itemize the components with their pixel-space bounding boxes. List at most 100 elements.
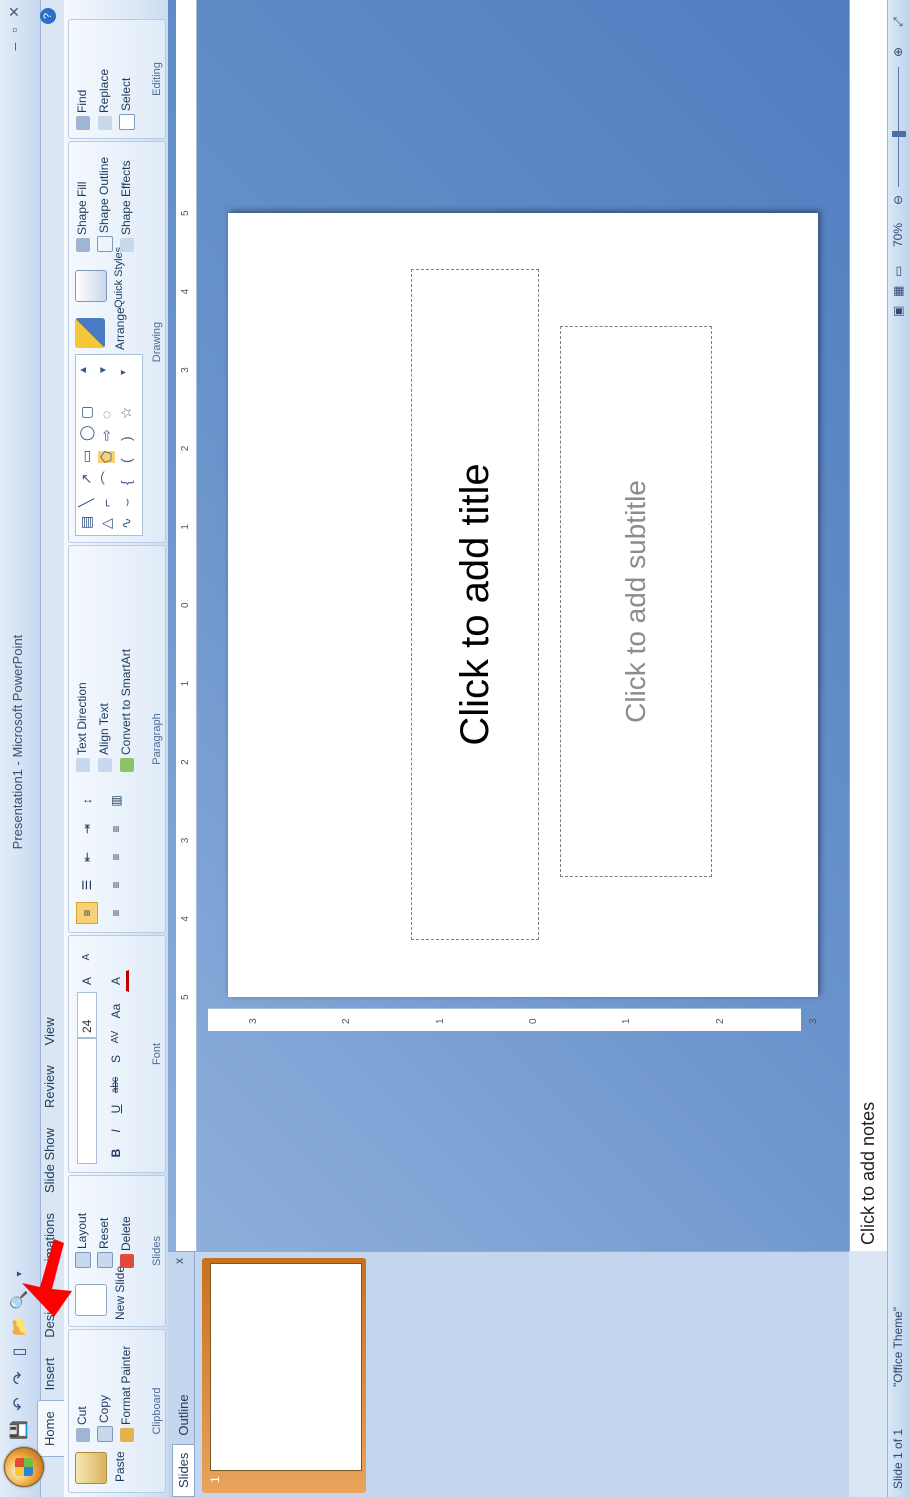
gallery-scroll-down-icon[interactable]: ▼ [98,365,109,375]
close-button[interactable]: ✕ [6,6,23,18]
increase-indent-button[interactable]: ⇥ [76,818,98,840]
title-placeholder[interactable]: Click to add title [411,269,539,940]
office-button[interactable] [4,1447,44,1487]
slide-show-icon[interactable]: ▭ [891,266,905,277]
callout-shape-icon[interactable]: ◌ [98,411,114,419]
font-size-box[interactable]: 24 [77,992,97,1038]
normal-view-icon[interactable]: ▣ [891,306,905,317]
tab-slides[interactable]: Slides [172,1443,194,1497]
brace-shape-icon[interactable]: { [118,480,134,485]
strikethrough-button[interactable]: abc [105,1074,127,1096]
arrange-button[interactable]: Arrange [113,307,127,350]
change-case-button[interactable]: Aa [105,1000,127,1022]
italic-button[interactable]: I [105,1120,127,1142]
shape-effects-button[interactable]: Shape Effects [119,161,134,252]
notes-placeholder[interactable]: Click to add notes [858,1102,879,1245]
line-spacing-button[interactable]: ↕ [76,790,98,812]
rectangle-shape-icon[interactable]: ▭ [78,450,95,463]
gallery-more-icon[interactable]: ▾ [118,370,129,375]
columns-button[interactable]: ▥ [105,790,127,812]
zoom-out-icon[interactable]: ⊖ [891,195,905,205]
align-center-button[interactable]: ≡ [105,874,127,896]
triangle-shape-icon[interactable]: △ [98,518,115,529]
slide-canvas[interactable]: Click to add title Click to add subtitle [228,213,818,997]
find-button[interactable]: Find [75,90,90,130]
curved-connector-shape-icon[interactable]: ⌒ [98,471,118,485]
numbering-button[interactable]: ☰ [76,874,98,896]
align-left-button[interactable]: ≡ [105,902,127,924]
tab-slide-show[interactable]: Slide Show [38,1118,64,1203]
tab-view[interactable]: View [38,1007,64,1055]
zoom-level[interactable]: 70% [891,223,905,247]
tab-outline[interactable]: Outline [173,1386,194,1443]
zoom-in-icon[interactable]: ⊕ [891,47,905,57]
freeform-shape-icon[interactable]: ∿ [118,517,135,529]
shape-fill-button[interactable]: Shape Fill [75,182,90,252]
shapes-gallery[interactable]: ▤ ╲ ↗ ▭ ◯ ▢ △ ⌐ ⌒ ⬠ ⇨ ◌ ∿ ⌣ { ( ) ☆ ▲ ▼ [75,354,143,536]
rounded-rect-shape-icon[interactable]: ▢ [78,406,95,419]
elbow-connector-shape-icon[interactable]: ⌐ [98,499,114,507]
zoom-slider-thumb[interactable] [892,131,906,137]
line-shape-icon[interactable]: ╲ [78,499,95,507]
quick-styles-button[interactable]: Quick Styles [113,247,125,308]
decrease-indent-button[interactable]: ⇤ [76,846,98,868]
vertical-ruler[interactable]: 3 2 1 0 1 2 3 [208,1008,819,1031]
undo-icon[interactable]: ↶ [8,1393,30,1415]
font-name-box[interactable] [77,1038,97,1164]
redo-icon[interactable]: ↷ [8,1367,30,1389]
reset-button[interactable]: Reset [97,1218,113,1268]
textbox-shape-icon[interactable]: ▤ [78,516,95,529]
zoom-slider[interactable] [898,67,899,187]
format-painter-button[interactable]: Format Painter [119,1346,134,1442]
slide-thumbnail[interactable] [210,1263,362,1471]
delete-button[interactable]: Delete [119,1216,134,1268]
tab-insert[interactable]: Insert [38,1348,64,1401]
gallery-scroll-up-icon[interactable]: ▲ [78,365,89,375]
horizontal-ruler[interactable]: 5 4 3 2 1 0 1 2 3 4 5 [176,0,197,1251]
shadow-button[interactable]: S [105,1048,127,1070]
tab-review[interactable]: Review [38,1055,64,1118]
text-direction-button[interactable]: Text Direction [75,682,90,772]
arrow-shape-icon[interactable]: ↗ [78,473,95,485]
slide-sorter-icon[interactable]: ▦ [891,286,905,297]
save-icon[interactable]: 💾 [8,1419,30,1441]
align-text-button[interactable]: Align Text [97,703,112,772]
maximize-button[interactable]: ▫ [6,28,23,33]
slide-thumbnail-selected[interactable]: 1 [202,1258,366,1493]
char-spacing-button[interactable]: AV [105,1026,127,1048]
help-icon[interactable]: ? [40,8,56,24]
new-icon[interactable]: ▯ [8,1341,30,1363]
bold-button[interactable]: B [105,1142,127,1164]
font-color-button[interactable]: A [105,970,129,992]
fit-to-window-icon[interactable]: ⤢ [891,17,906,27]
subtitle-placeholder[interactable]: Click to add subtitle [560,326,712,877]
left-brace-shape-icon[interactable]: ( [118,458,134,463]
new-slide-button[interactable]: New Slide [113,1266,127,1320]
right-arrow-shape-icon[interactable]: ⇨ [98,429,115,441]
align-right-button[interactable]: ≡ [105,846,127,868]
grow-font-button[interactable]: A [76,970,98,992]
copy-button[interactable]: Copy [97,1395,113,1442]
bullets-button[interactable]: ≡ [76,902,98,924]
underline-button[interactable]: U [105,1098,127,1120]
open-icon[interactable]: 📂 [8,1315,30,1337]
replace-button[interactable]: Replace [97,69,112,130]
star-shape-icon[interactable]: ☆ [118,406,135,419]
smartart-button[interactable]: Convert to SmartArt [119,649,134,772]
notes-pane[interactable]: Click to add notes [849,0,888,1251]
paste-icon[interactable] [75,1452,107,1484]
paste-button[interactable]: Paste [113,1451,127,1482]
quick-styles-icon[interactable] [75,270,107,302]
minimize-button[interactable]: – [6,43,23,51]
pentagon-shape-icon[interactable]: ⬠ [98,450,115,463]
arrange-icon[interactable] [75,318,105,348]
oval-shape-icon[interactable]: ◯ [78,425,95,441]
shrink-font-button[interactable]: A [76,946,98,968]
right-brace-shape-icon[interactable]: ) [118,436,134,441]
justify-button[interactable]: ≡ [105,818,127,840]
tab-home[interactable]: Home [37,1400,64,1457]
cut-button[interactable]: Cut [75,1406,90,1442]
shape-outline-button[interactable]: Shape Outline [97,157,113,252]
panel-close-icon[interactable]: x [172,1258,186,1264]
curve-shape-icon[interactable]: ⌣ [118,498,135,507]
